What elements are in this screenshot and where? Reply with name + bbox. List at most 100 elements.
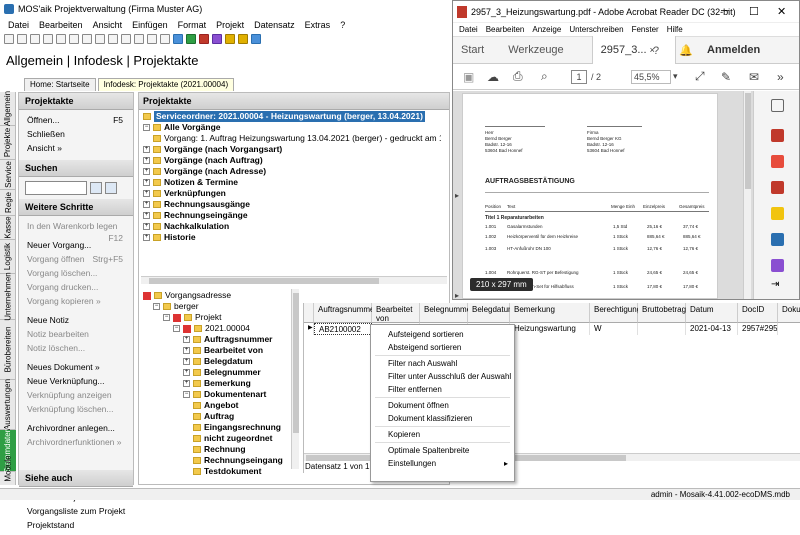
cell-docid[interactable]: 2957#2957 xyxy=(738,323,778,335)
weitere-item-2[interactable]: Vorgang öffnen Strg+F5 xyxy=(19,252,133,266)
minimize-icon[interactable]: ─ xyxy=(721,5,729,17)
projektakte-item-0[interactable]: Öffnen... F5 xyxy=(19,113,133,127)
new-icon[interactable] xyxy=(4,34,14,44)
cell-bemerkung[interactable]: Heizungswartung xyxy=(510,323,590,335)
col-bemerkung[interactable]: Bemerkung xyxy=(510,303,590,323)
menu-projekt[interactable]: Projekt xyxy=(212,20,250,30)
weitere-item-4[interactable]: Vorgang drucken... xyxy=(19,280,133,294)
weitere-item-13[interactable]: Archivordner anlegen... xyxy=(19,421,133,435)
up-icon[interactable] xyxy=(121,34,131,44)
zoom-dropdown-icon[interactable]: ▾ xyxy=(673,71,678,82)
expand-toggle-icon[interactable]: + xyxy=(183,380,190,387)
menu-ansicht[interactable]: Ansicht xyxy=(89,20,129,30)
comment-tool-icon[interactable] xyxy=(771,207,784,220)
zoom-select[interactable]: 45,5% xyxy=(631,69,671,84)
expand-toggle-icon[interactable]: − xyxy=(173,325,180,332)
menu-datei[interactable]: Datei xyxy=(4,20,35,30)
address-tree-row[interactable]: + Bearbeitet von xyxy=(141,345,291,356)
ctx-sort-desc[interactable]: Absteigend sortieren xyxy=(371,341,514,354)
address-tree-row[interactable]: Eingangsrechnung xyxy=(141,422,291,433)
expand-toggle-icon[interactable]: + xyxy=(183,336,190,343)
vtab-unternehmen[interactable]: Unternehmen xyxy=(0,272,16,321)
weitere-item-9[interactable]: Neues Dokument » xyxy=(19,360,133,374)
vtab-allgemein[interactable]: Allgemein xyxy=(0,91,16,126)
ctx-optimal-width[interactable]: Optimale Spaltenbreite xyxy=(371,444,514,457)
weitere-item-5[interactable]: Vorgang kopieren » xyxy=(19,294,133,308)
ctx-classify-document[interactable]: Dokument klassifizieren xyxy=(371,412,514,425)
projektakte-item-1[interactable]: Schließen xyxy=(19,127,133,141)
acro-menu-anzeige[interactable]: Anzeige xyxy=(528,25,565,34)
expand-toggle-icon[interactable]: − xyxy=(163,314,170,321)
cell-berechtigung[interactable]: W xyxy=(590,323,638,335)
weitere-item-14[interactable]: Archivordnerfunktionen » xyxy=(19,435,133,449)
address-tree-row[interactable]: + Auftragsnummer xyxy=(141,334,291,345)
signin-button[interactable]: Anmelden xyxy=(707,44,760,56)
redo-icon[interactable] xyxy=(108,34,118,44)
paste-icon[interactable] xyxy=(82,34,92,44)
vtab-service[interactable]: Service xyxy=(0,160,16,190)
siehe-item-2[interactable]: Projektstand xyxy=(19,518,133,532)
vtab-auswertungen[interactable]: Auswertungen xyxy=(0,379,16,430)
undo-icon[interactable] xyxy=(95,34,105,44)
address-tree-row[interactable]: Rechnung xyxy=(141,444,291,455)
tab-projektakte[interactable]: Infodesk: Projektakte (2021.00004) xyxy=(97,78,235,91)
user2-icon[interactable] xyxy=(212,34,222,44)
expand-toggle-icon[interactable]: + xyxy=(143,146,150,153)
edit-icon[interactable] xyxy=(147,34,157,44)
acro-menu-unterschreiben[interactable]: Unterschreiben xyxy=(565,25,627,34)
vtab-projekte[interactable]: Projekte xyxy=(0,126,16,160)
weitere-item-11[interactable]: Verknüpfung anzeigen xyxy=(19,388,133,402)
preview-icon[interactable] xyxy=(30,34,40,44)
weitere-item-3[interactable]: Vorgang löschen... xyxy=(19,266,133,280)
check-icon[interactable] xyxy=(186,34,196,44)
page-number-input[interactable]: 1 xyxy=(571,69,587,84)
address-tree-row[interactable]: + Bemerkung xyxy=(141,378,291,389)
expand-toggle-icon[interactable]: + xyxy=(143,212,150,219)
expand-toggle-icon[interactable]: − xyxy=(153,303,160,310)
email-icon[interactable]: ✉ xyxy=(749,70,759,84)
col-belegdatum[interactable]: Belegdatum xyxy=(468,303,515,323)
cell-bruttobetrag[interactable] xyxy=(638,323,686,335)
col-dokument[interactable]: Dokume xyxy=(778,303,800,323)
menu-einfuegen[interactable]: Einfügen xyxy=(128,20,174,30)
col-datum[interactable]: Datum xyxy=(686,303,738,323)
expand-toggle-icon[interactable]: + xyxy=(143,179,150,186)
address-tree-row[interactable]: − Dokumentenart xyxy=(141,389,291,400)
folder-tree-row[interactable]: + Vorgänge (nach Vorgangsart) xyxy=(141,144,441,155)
cut-icon[interactable] xyxy=(56,34,66,44)
expand-toggle-icon[interactable]: + xyxy=(183,358,190,365)
down-icon[interactable] xyxy=(134,34,144,44)
pdf-vscrollbar[interactable] xyxy=(743,91,751,299)
address-tree-vscroll-thumb[interactable] xyxy=(293,293,299,433)
address-tree-row[interactable]: Auftrag xyxy=(141,411,291,422)
vtab-bueroarbeiten[interactable]: Bürobereiten xyxy=(0,320,16,380)
ctx-open-document[interactable]: Dokument öffnen xyxy=(371,399,514,412)
cell-dokument[interactable] xyxy=(778,323,800,335)
folder-tree-row[interactable]: + Rechnungsausgänge xyxy=(141,199,441,210)
address-tree-vscrollbar[interactable] xyxy=(291,289,299,469)
acro-tab-tools[interactable]: Werkzeuge xyxy=(500,44,571,56)
projektakte-item-2[interactable]: Ansicht » xyxy=(19,141,133,155)
col-berechtigung[interactable]: Berechtigung xyxy=(590,303,641,323)
address-tree-row[interactable]: Vorgangsadresse xyxy=(141,290,291,301)
menu-help[interactable]: ? xyxy=(336,20,351,30)
bell-icon[interactable]: 🔔 xyxy=(679,44,693,57)
address-tree-row[interactable]: − Projekt xyxy=(141,312,291,323)
acro-menu-hilfe[interactable]: Hilfe xyxy=(663,25,687,34)
ctx-sort-asc[interactable]: Aufsteigend sortieren xyxy=(371,328,514,341)
ctx-settings[interactable]: Einstellungen ▸ xyxy=(371,457,514,470)
tree-hscrollbar[interactable] xyxy=(141,276,447,284)
folder-tree-row[interactable]: + Notizen & Termine xyxy=(141,177,441,188)
maximize-icon[interactable]: ☐ xyxy=(749,5,759,18)
vtab-logistik[interactable]: Logistik xyxy=(0,240,16,274)
tab-home[interactable]: Home: Startseite xyxy=(24,78,96,91)
pdf-page[interactable]: Herr Bernd Berger Badstr. 12-16 53604 Ba… xyxy=(462,93,718,299)
zoom-tool-icon[interactable] xyxy=(771,99,784,112)
address-tree-row[interactable]: + Belegdatum xyxy=(141,356,291,367)
expand-toggle-icon[interactable]: + xyxy=(143,201,150,208)
address-tree-row[interactable]: Testdokument xyxy=(141,466,291,475)
weitere-item-0[interactable]: In den Warenkorb legen F12 xyxy=(19,219,133,243)
help-icon[interactable]: ? xyxy=(653,45,659,57)
fill-sign-icon[interactable] xyxy=(771,259,784,272)
folder-tree-row[interactable]: + Nachkalkulation xyxy=(141,221,441,232)
